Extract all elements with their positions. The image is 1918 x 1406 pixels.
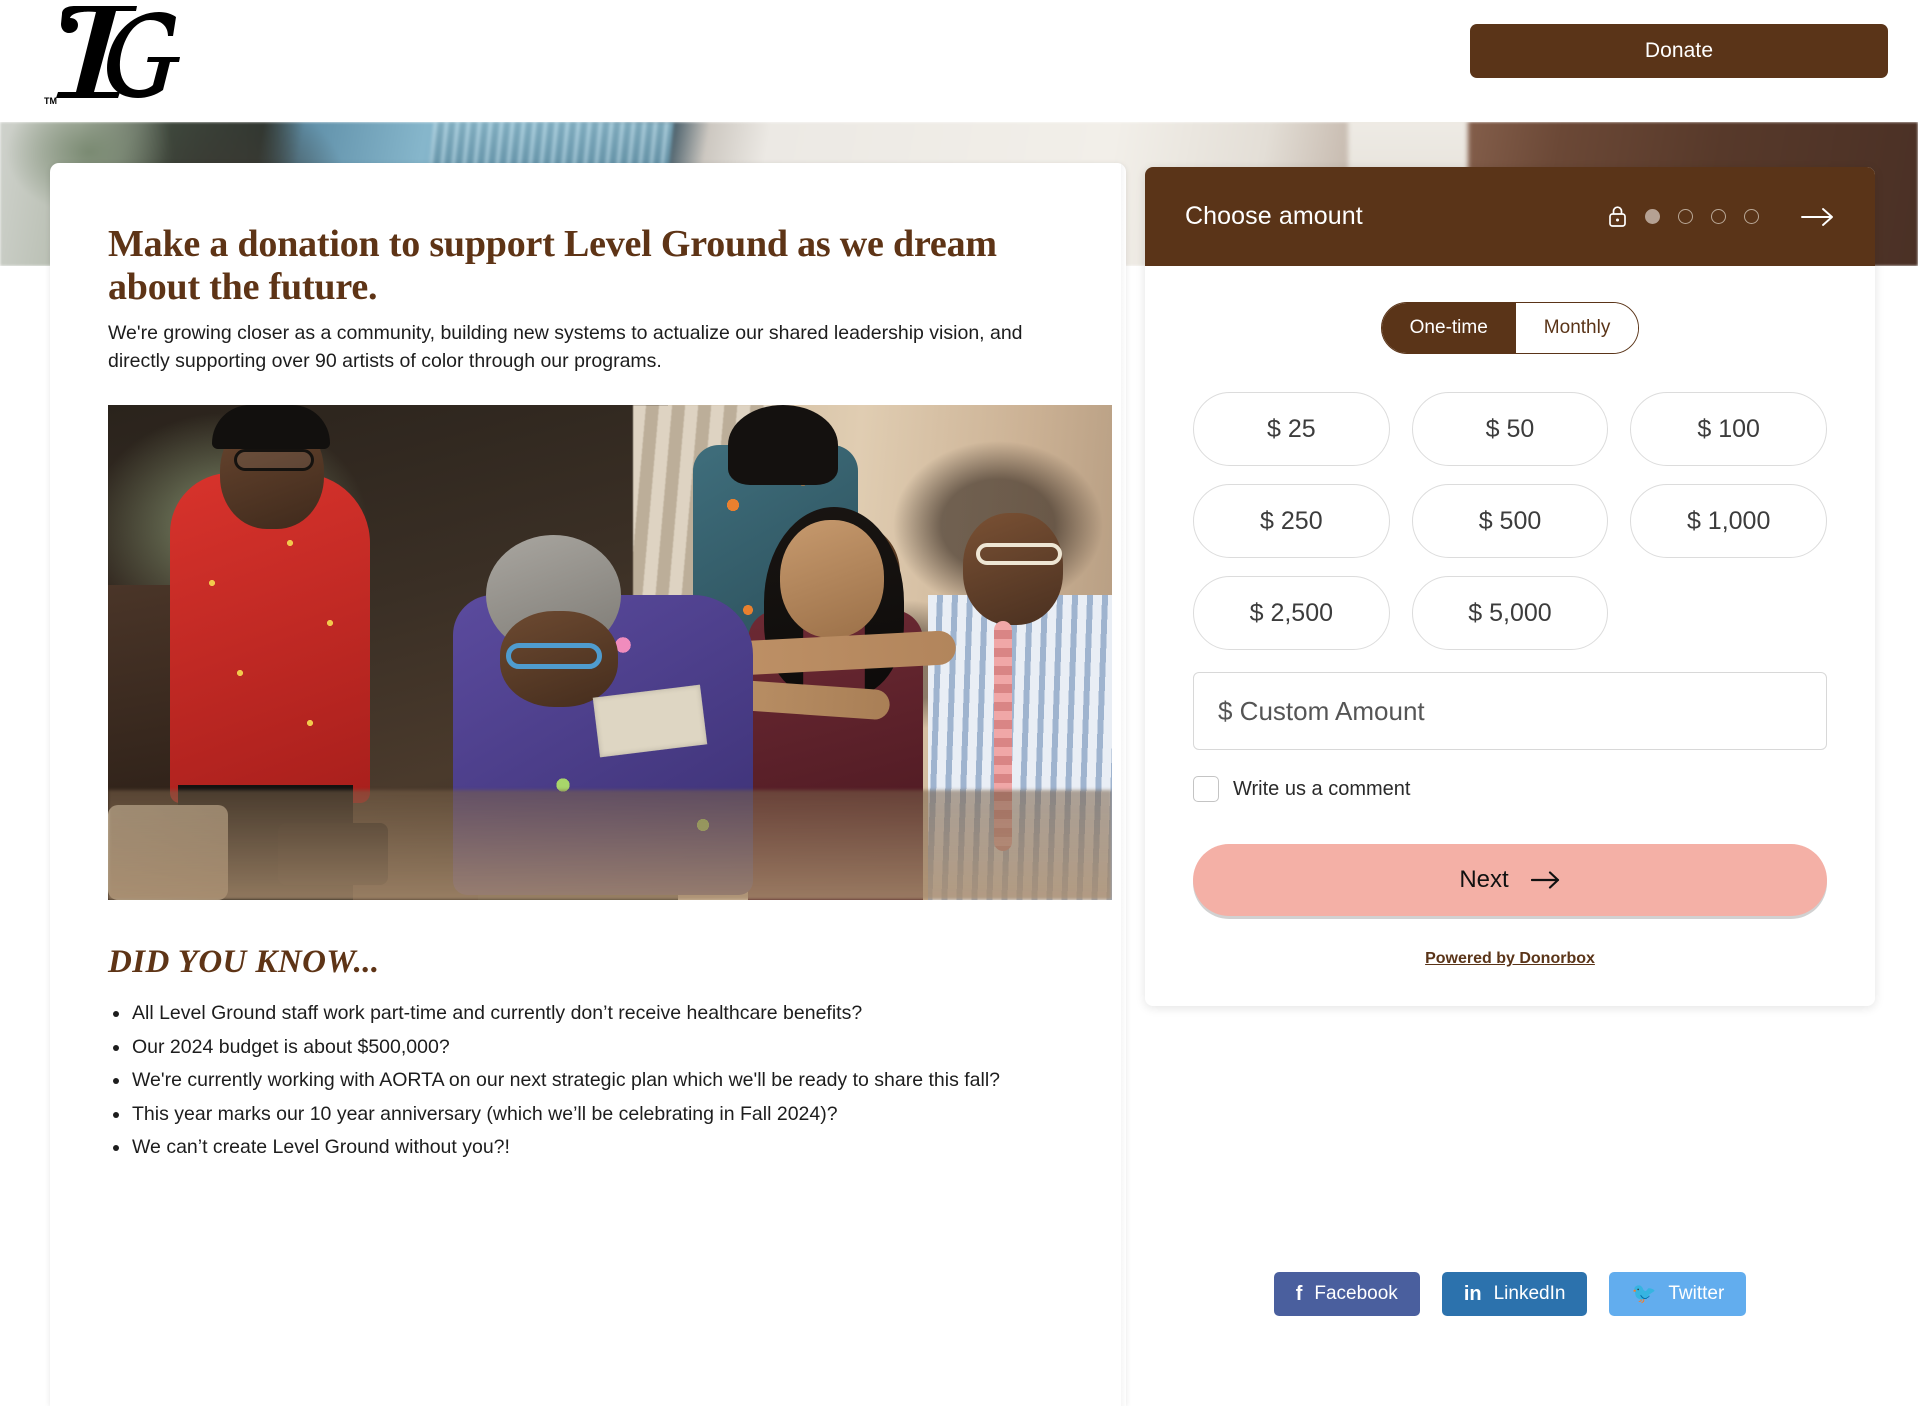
photo-figure-maroon-head [780, 520, 884, 639]
content-scrollbar[interactable] [1121, 163, 1126, 1406]
campaign-photo [108, 405, 1112, 901]
photo-figure-white-glasses [976, 543, 1062, 566]
photo-figure-red-cap [212, 405, 330, 450]
step-dot-3[interactable] [1711, 209, 1726, 224]
frequency-option-one-time[interactable]: One-time [1381, 303, 1516, 353]
level-ground-logo[interactable]: TM [42, 4, 182, 108]
page-root: TM Donate Make a donation to support Lev… [0, 0, 1918, 1406]
intro-paragraph: We're growing closer as a community, bui… [108, 321, 1023, 372]
donation-step-title: Choose amount [1185, 202, 1363, 230]
campaign-content-card: Make a donation to support Level Ground … [50, 163, 1126, 1406]
list-item: This year marks our 10 year anniversary … [108, 1098, 1068, 1132]
powered-by-donorbox-link[interactable]: Powered by Donorbox [1193, 950, 1827, 968]
amount-button-25[interactable]: $ 25 [1193, 392, 1390, 466]
next-button-label: Next [1459, 866, 1509, 893]
share-facebook-label: Facebook [1314, 1283, 1398, 1304]
write-comment-label: Write us a comment [1233, 777, 1411, 800]
lock-icon [1609, 206, 1626, 227]
top-navigation-bar: TM Donate [0, 0, 1918, 122]
donation-widget-header: Choose amount [1145, 167, 1875, 266]
photo-floor-layer [108, 790, 1112, 901]
list-item: Our 2024 budget is about $500,000? [108, 1031, 1068, 1065]
photo-figure-teal-hair [728, 405, 838, 486]
did-you-know-heading: DID YOU KNOW... [108, 944, 380, 981]
svg-text:TM: TM [44, 96, 57, 106]
list-item: All Level Ground staff work part-time an… [108, 997, 1068, 1031]
photo-figure-striped-head [963, 513, 1063, 626]
list-item: We're currently working with AORTA on ou… [108, 1064, 1068, 1098]
did-you-know-list: All Level Ground staff work part-time an… [108, 997, 1068, 1165]
amount-button-500[interactable]: $ 500 [1411, 484, 1609, 558]
page-title: Make a donation to support Level Ground … [108, 223, 997, 308]
arrow-right-icon [1530, 871, 1559, 889]
step-dot-4[interactable] [1744, 209, 1759, 224]
step-dot-1[interactable] [1645, 209, 1660, 224]
donate-button[interactable]: Donate [1470, 24, 1888, 78]
write-comment-checkbox[interactable] [1193, 776, 1219, 802]
next-button[interactable]: Next [1193, 844, 1827, 916]
share-facebook-button[interactable]: f Facebook [1273, 1272, 1420, 1316]
twitter-icon: 🐦 [1631, 1283, 1657, 1305]
arrow-right-icon[interactable] [1801, 206, 1835, 228]
amount-button-100[interactable]: $ 100 [1630, 392, 1827, 466]
share-linkedin-button[interactable]: in LinkedIn [1441, 1272, 1588, 1316]
lg-monogram-icon: TM [44, 6, 180, 106]
facebook-icon: f [1295, 1283, 1303, 1305]
amount-button-50[interactable]: $ 50 [1411, 392, 1609, 466]
photo-figure-red-glasses [234, 449, 314, 472]
comment-row: Write us a comment [1193, 776, 1827, 802]
amount-button-250[interactable]: $ 250 [1193, 484, 1390, 558]
share-linkedin-label: LinkedIn [1493, 1283, 1566, 1304]
frequency-option-monthly[interactable]: Monthly [1515, 303, 1639, 353]
donation-step-indicator [1608, 205, 1835, 228]
list-item: We can’t create Level Ground without you… [108, 1131, 1068, 1165]
amount-button-1000[interactable]: $ 1,000 [1630, 484, 1827, 558]
photo-figure-blue-glasses [506, 643, 602, 670]
amount-button-2500[interactable]: $ 2,500 [1193, 576, 1390, 650]
share-twitter-label: Twitter [1668, 1283, 1725, 1304]
linkedin-icon: in [1463, 1283, 1482, 1305]
social-share-row: f Facebook in LinkedIn 🐦 Twitter [1145, 1272, 1875, 1316]
step-dot-2[interactable] [1678, 209, 1693, 224]
donation-widget-body: One-time Monthly $ 25 $ 50 $ 100 $ 250 $… [1145, 266, 1875, 1006]
share-twitter-button[interactable]: 🐦 Twitter [1609, 1272, 1747, 1316]
donation-widget: Choose amount One-time Monthly $ 25 $ 50… [1145, 167, 1875, 1006]
custom-amount-input[interactable] [1193, 672, 1827, 750]
amount-grid: $ 25 $ 50 $ 100 $ 250 $ 500 $ 1,000 $ 2,… [1193, 392, 1827, 650]
amount-button-5000[interactable]: $ 5,000 [1411, 576, 1609, 650]
frequency-row: One-time Monthly [1193, 302, 1827, 354]
frequency-toggle: One-time Monthly [1380, 302, 1640, 354]
